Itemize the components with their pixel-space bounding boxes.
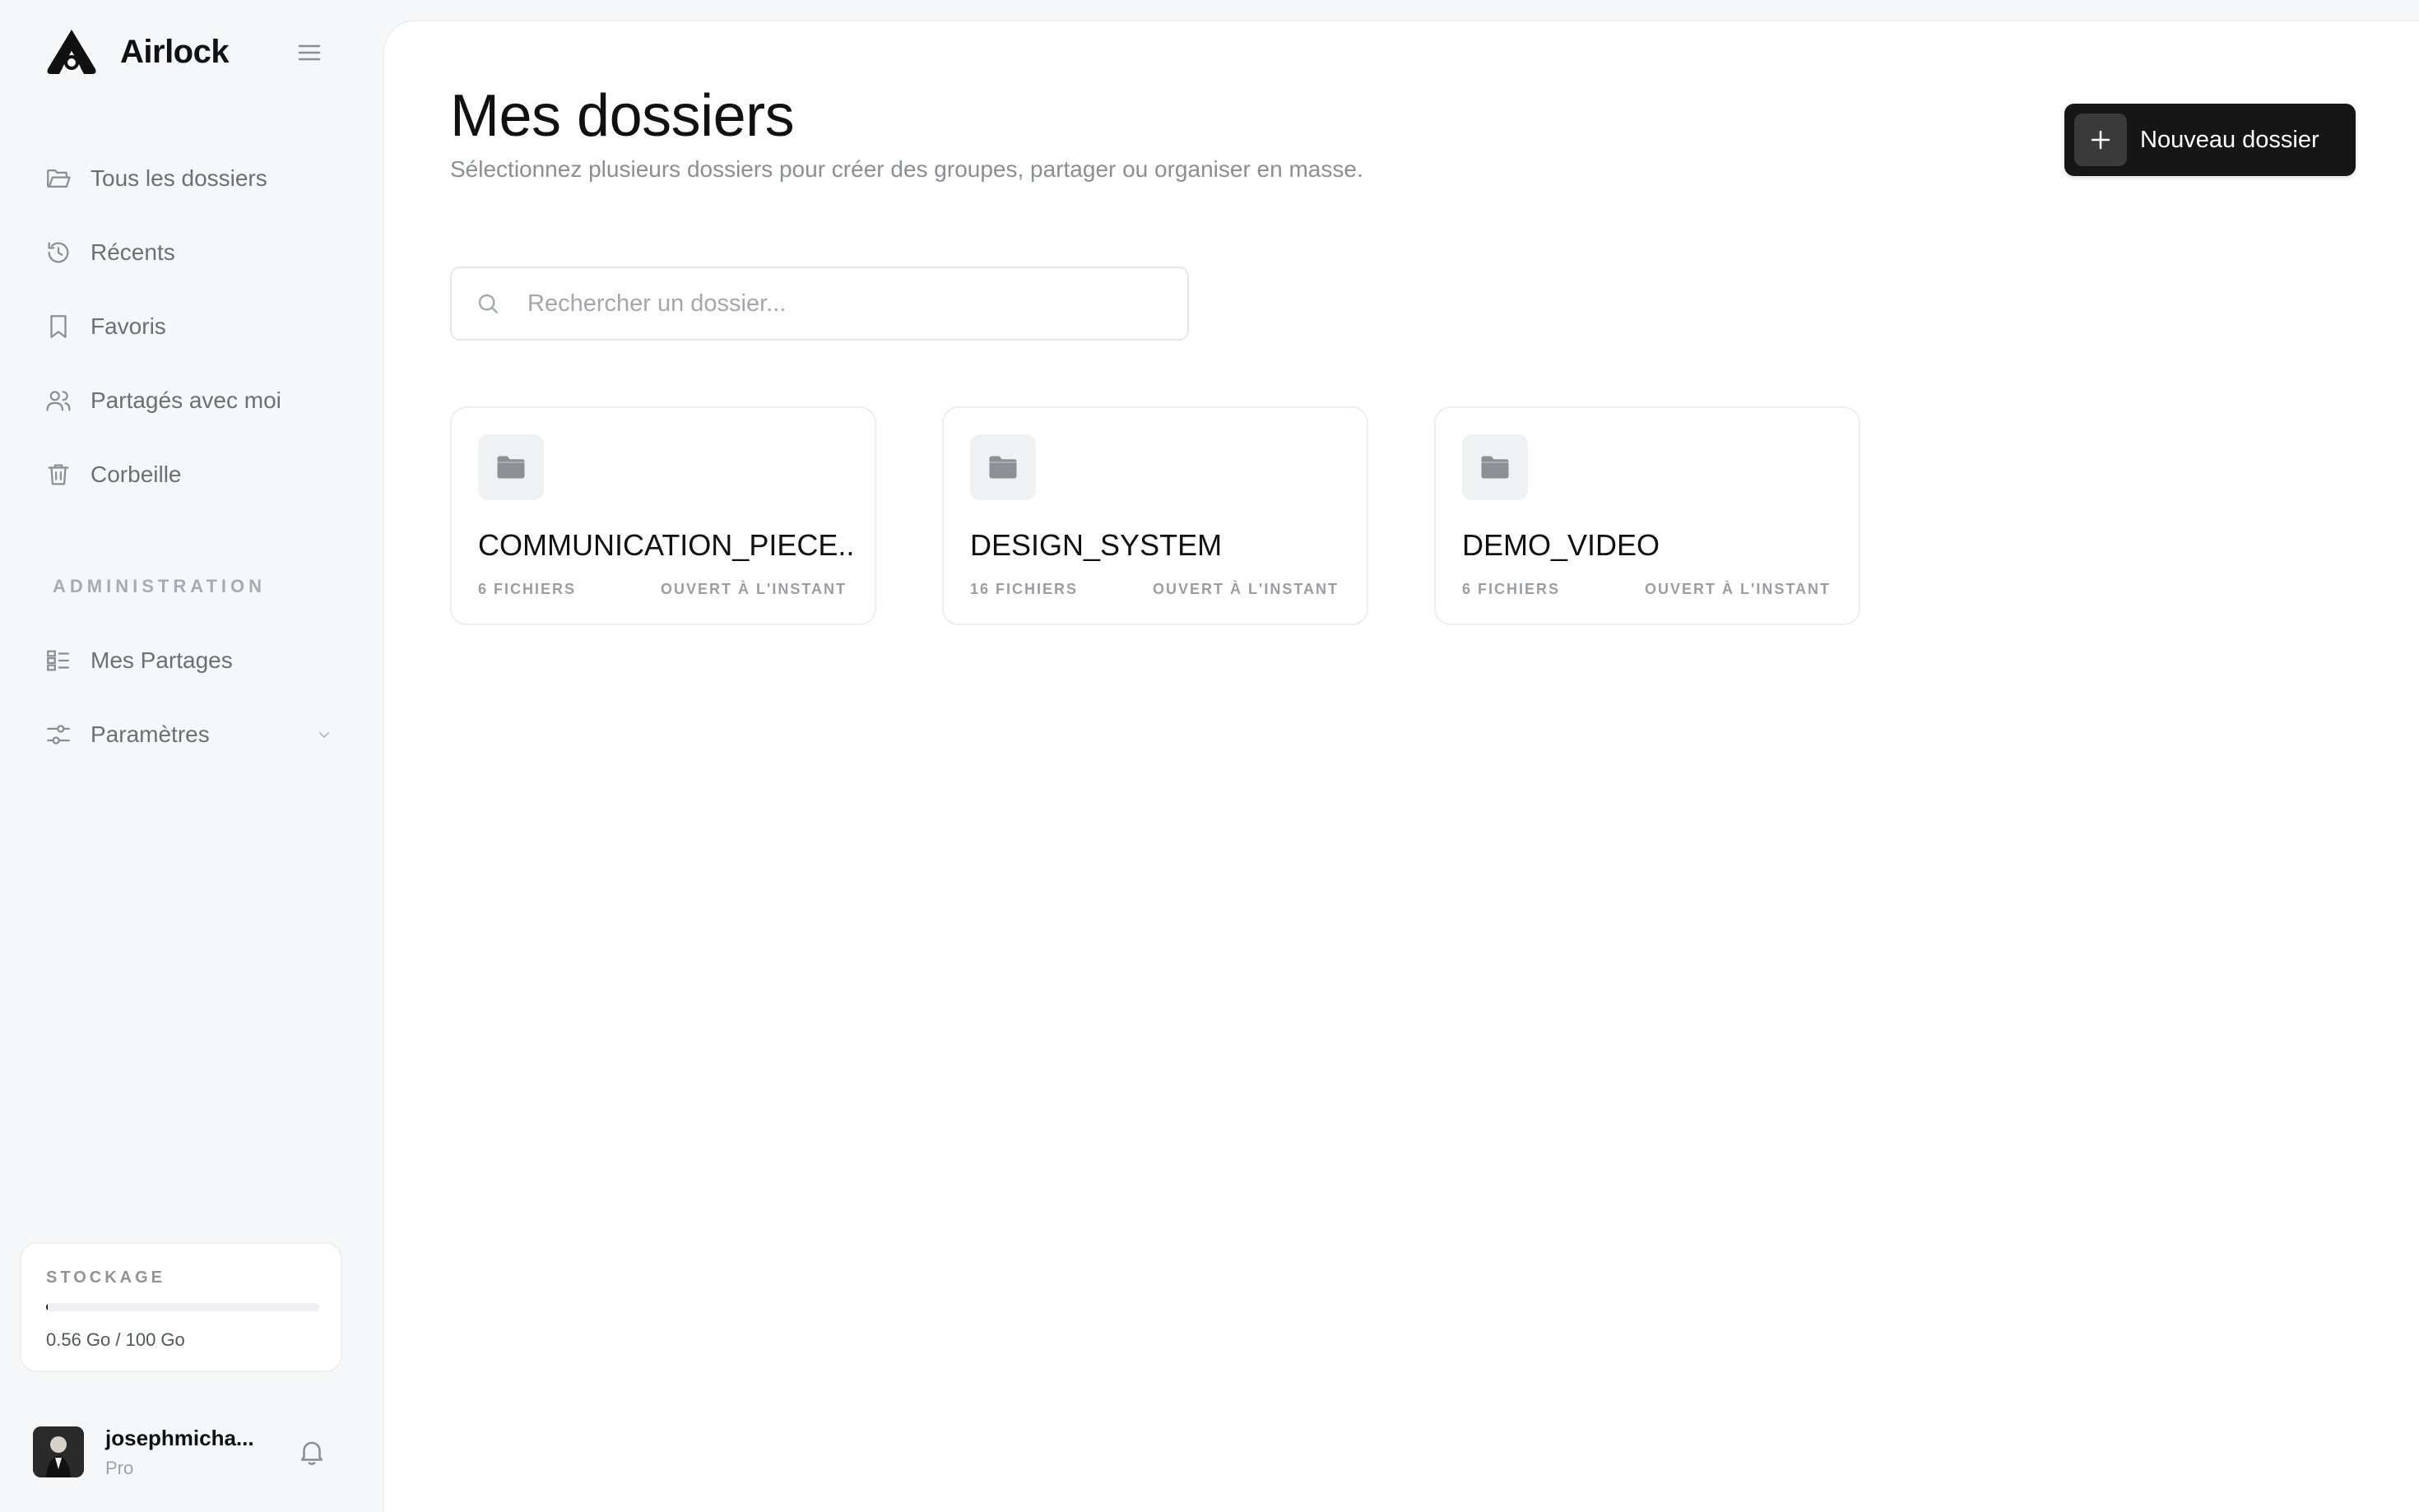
section-label-administration: ADMINISTRATION xyxy=(53,576,267,596)
list-icon xyxy=(47,650,69,671)
main-content: Mes dossiers Sélectionnez plusieurs doss… xyxy=(383,20,2419,1512)
folder-icon-container xyxy=(1462,434,1528,500)
folder-icon-container xyxy=(970,434,1036,500)
user-profile: josephmicha... Pro xyxy=(33,1423,346,1481)
folder-icon xyxy=(497,456,525,479)
sidebar-item-label: Partagés avec moi xyxy=(91,387,281,413)
folder-opened-status: OUVERT À L'INSTANT xyxy=(1645,581,1831,597)
avatar-image xyxy=(33,1426,84,1477)
sidebar-item-label: Favoris xyxy=(91,313,166,339)
storage-title: STOCKAGE xyxy=(46,1269,165,1287)
folder-file-count: 16 FICHIERS xyxy=(970,581,1079,597)
sliders-icon xyxy=(47,725,70,744)
sidebar-item-my-shares[interactable]: Mes Partages xyxy=(25,624,354,698)
bell-icon[interactable] xyxy=(296,1436,327,1468)
new-folder-button-label: Nouveau dossier xyxy=(2140,126,2319,153)
brand-name: Airlock xyxy=(120,33,230,70)
sidebar-item-settings[interactable]: Paramètres xyxy=(25,698,354,772)
search-input[interactable] xyxy=(527,290,1169,318)
folder-icon-container xyxy=(478,434,544,500)
storage-progress-bar xyxy=(46,1303,319,1311)
sidebar-item-label: Paramètres xyxy=(91,721,210,747)
sidebar-item-label: Mes Partages xyxy=(91,647,233,673)
folder-name: DESIGN_SYSTEM xyxy=(970,528,1223,562)
folder-search[interactable] xyxy=(450,267,1189,341)
folder-icon xyxy=(1481,456,1509,479)
sidebar-item-trash[interactable]: Corbeille xyxy=(25,438,354,512)
folder-card[interactable]: DEMO_VIDEO 6 FICHIERS OUVERT À L'INSTANT xyxy=(1434,406,1860,625)
folder-open-icon xyxy=(47,169,71,188)
storage-card: STOCKAGE 0.56 Go / 100 Go xyxy=(20,1242,342,1372)
bookmark-icon xyxy=(50,315,67,338)
folder-file-count: 6 FICHIERS xyxy=(478,581,577,597)
brand[interactable]: Airlock xyxy=(44,26,230,77)
history-icon xyxy=(48,242,69,263)
folder-opened-status: OUVERT À L'INSTANT xyxy=(1153,581,1339,597)
plus-icon-container xyxy=(2074,114,2127,166)
sidebar-item-label: Tous les dossiers xyxy=(91,165,267,191)
sidebar-toggle-button[interactable] xyxy=(295,38,324,67)
folder-opened-status: OUVERT À L'INSTANT xyxy=(661,581,847,597)
menu-icon xyxy=(298,44,321,61)
sidebar-nav: Tous les dossiers Récents Favoris Partag… xyxy=(25,141,354,512)
sidebar-item-label: Récents xyxy=(91,239,175,265)
plus-icon xyxy=(2091,130,2110,150)
app-root: Airlock Tous les dossiers Récents Favori… xyxy=(0,0,2419,1512)
users-icon xyxy=(46,391,71,411)
user-info[interactable]: josephmicha... Pro xyxy=(105,1426,254,1479)
sidebar-item-all-folders[interactable]: Tous les dossiers xyxy=(25,141,354,216)
sidebar-item-recents[interactable]: Récents xyxy=(25,216,354,290)
new-folder-button[interactable]: Nouveau dossier xyxy=(2064,104,2356,176)
user-name: josephmicha... xyxy=(105,1425,254,1450)
search-icon xyxy=(478,294,498,313)
page-title: Mes dossiers xyxy=(450,83,795,149)
folder-file-count: 6 FICHIERS xyxy=(1462,581,1561,597)
admin-nav: Mes Partages Paramètres xyxy=(25,624,354,772)
chevron-down-icon xyxy=(319,732,329,739)
sidebar-item-shared-with-me[interactable]: Partagés avec moi xyxy=(25,364,354,438)
airlock-logo-icon xyxy=(47,30,96,74)
sidebar-item-favorites[interactable]: Favoris xyxy=(25,290,354,364)
page-subtitle: Sélectionnez plusieurs dossiers pour cré… xyxy=(450,156,1363,182)
user-plan: Pro xyxy=(105,1457,134,1478)
sidebar-item-label: Corbeille xyxy=(91,461,182,487)
sidebar: Airlock Tous les dossiers Récents Favori… xyxy=(0,0,383,1512)
folder-card[interactable]: DESIGN_SYSTEM 16 FICHIERS OUVERT À L'INS… xyxy=(942,406,1368,625)
folder-icon xyxy=(989,456,1017,479)
storage-progress-fill xyxy=(46,1303,48,1311)
folder-name: DEMO_VIDEO xyxy=(1462,528,1660,562)
trash-icon xyxy=(48,464,69,485)
storage-usage-text: 0.56 Go / 100 Go xyxy=(46,1329,185,1350)
avatar[interactable] xyxy=(33,1426,84,1477)
folder-card[interactable]: COMMUNICATION_PIECE... 6 FICHIERS OUVERT… xyxy=(450,406,876,625)
folder-name: COMMUNICATION_PIECE... xyxy=(478,528,857,562)
